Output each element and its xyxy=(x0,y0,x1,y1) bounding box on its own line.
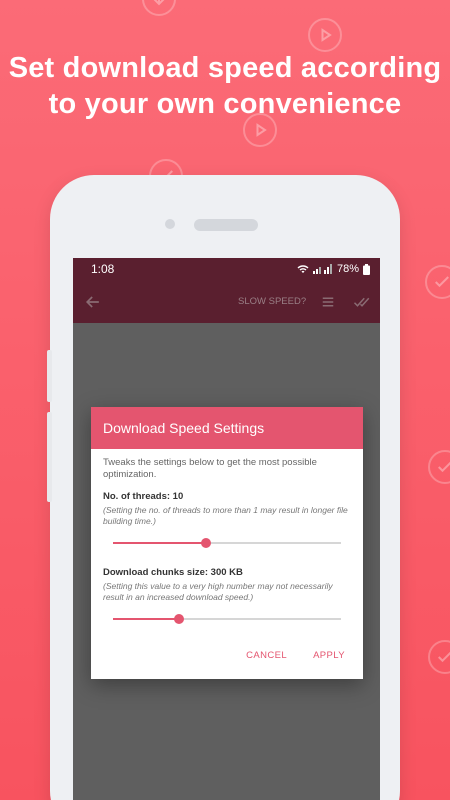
check-icon xyxy=(428,640,450,674)
signal-icon xyxy=(312,264,332,274)
headline: Set download speed according to your own… xyxy=(0,50,450,122)
chunks-label: Download chunks size: 300 KB xyxy=(103,567,243,578)
wifi-icon xyxy=(297,265,309,273)
chunks-slider[interactable] xyxy=(113,609,341,629)
status-bar: 1:08 78% xyxy=(73,258,380,280)
dialog-actions: CANCEL APPLY xyxy=(246,650,345,661)
arrow-left-icon[interactable] xyxy=(83,292,103,312)
threads-note: (Setting the no. of threads to more than… xyxy=(103,505,348,526)
list-icon[interactable] xyxy=(319,293,337,311)
download-speed-dialog: Download Speed Settings Tweaks the setti… xyxy=(91,407,363,679)
slider-thumb[interactable] xyxy=(174,614,185,624)
slow-speed-link[interactable]: SLOW SPEED? xyxy=(238,296,306,307)
slider-fill xyxy=(113,618,180,620)
dialog-description: Tweaks the settings below to get the mos… xyxy=(103,457,317,480)
battery-icon xyxy=(363,263,370,275)
double-check-icon[interactable] xyxy=(353,293,371,311)
chunks-note: (Setting this value to a very high numbe… xyxy=(103,581,333,602)
threads-slider[interactable] xyxy=(113,533,341,553)
phone-side-button xyxy=(47,412,52,502)
headline-line-1: Set download speed according xyxy=(8,52,442,84)
play-icon xyxy=(308,18,342,52)
check-icon xyxy=(428,450,450,484)
phone-speaker xyxy=(194,219,258,231)
status-time: 1:08 xyxy=(91,262,115,276)
threads-label: No. of threads: 10 xyxy=(103,491,184,502)
battery-percent: 78% xyxy=(336,263,359,275)
download-icon xyxy=(142,0,176,16)
phone-frame: 1:08 78% SLOW SPEED? Download Speed Sett… xyxy=(47,175,400,800)
toolbar: SLOW SPEED? xyxy=(73,280,380,323)
apply-button[interactable]: APPLY xyxy=(313,650,345,661)
phone-camera xyxy=(165,219,175,229)
cancel-button[interactable]: CANCEL xyxy=(246,650,287,661)
slider-thumb[interactable] xyxy=(201,538,212,548)
phone-screen: 1:08 78% SLOW SPEED? Download Speed Sett… xyxy=(73,258,380,800)
dialog-title: Download Speed Settings xyxy=(91,407,363,449)
phone-side-button xyxy=(47,350,52,402)
check-icon xyxy=(425,265,450,299)
status-icons: 78% xyxy=(297,263,370,275)
headline-line-2: to your own convenience xyxy=(48,88,402,120)
slider-fill xyxy=(113,542,207,544)
